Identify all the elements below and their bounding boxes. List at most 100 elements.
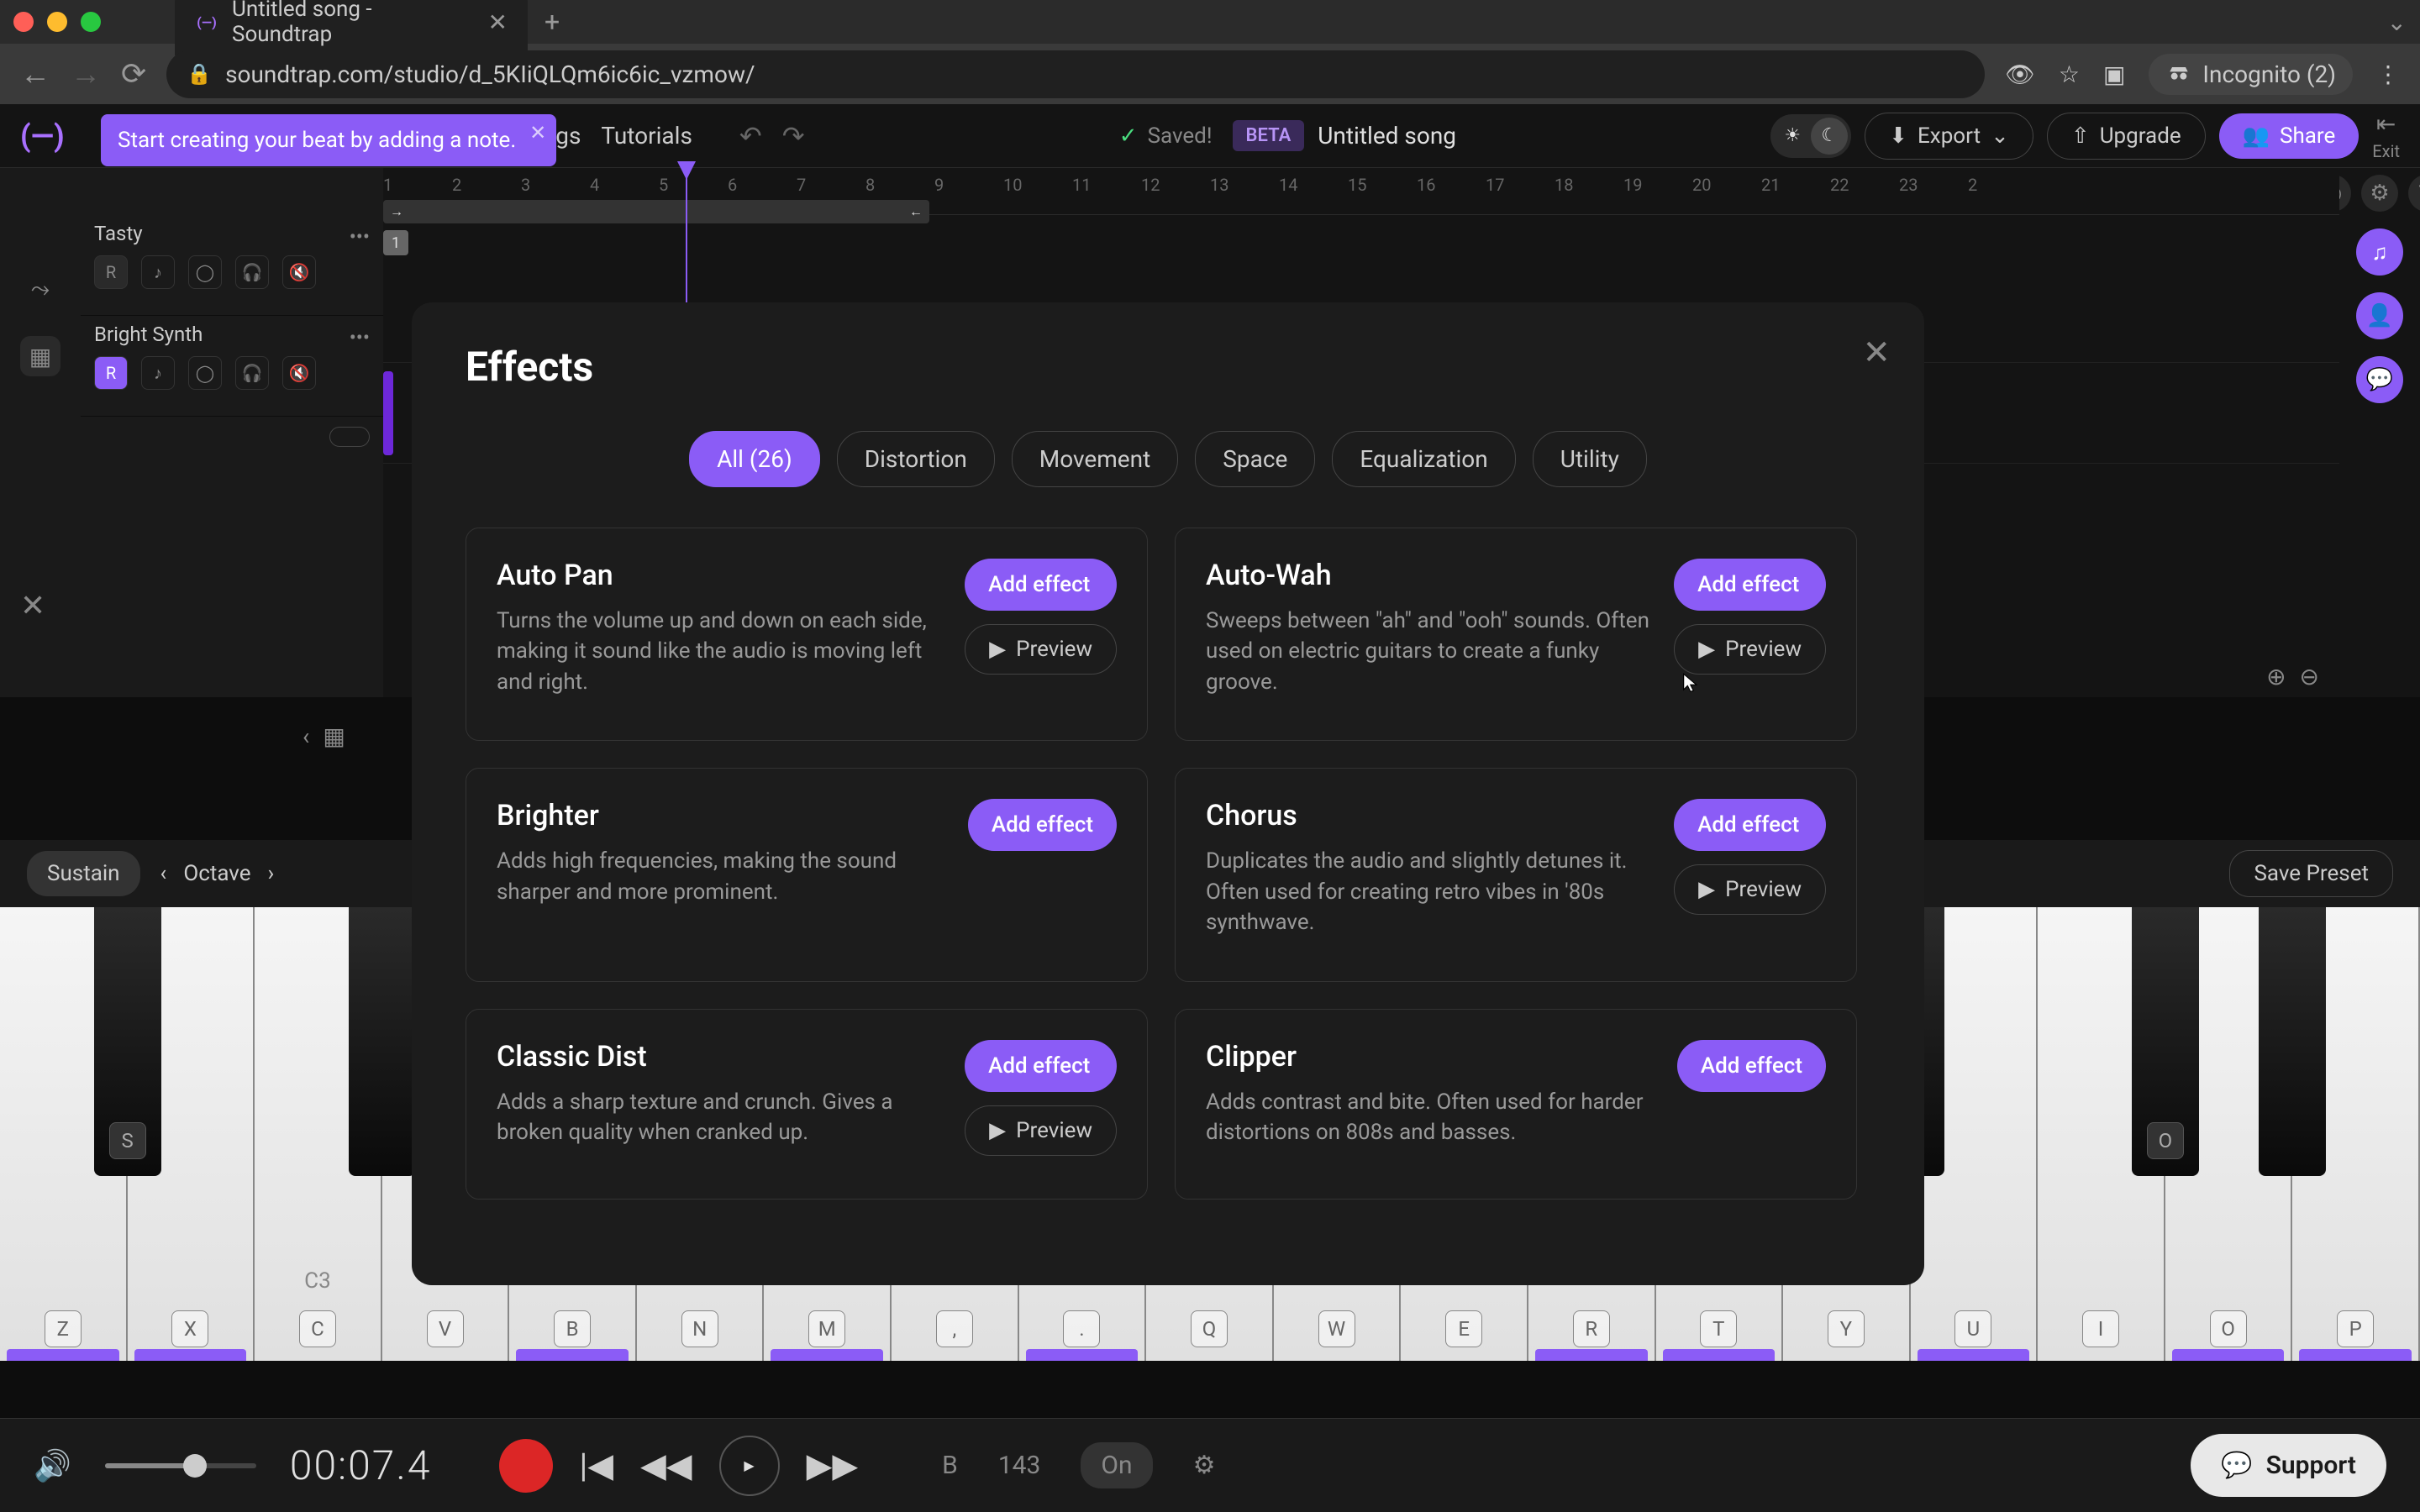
fast-forward-icon[interactable]: ▶▶ — [807, 1446, 859, 1485]
preview-button[interactable]: ▶Preview — [965, 1105, 1117, 1156]
record-arm-button[interactable]: R — [94, 356, 128, 390]
modal-close-icon[interactable]: ✕ — [1862, 333, 1891, 372]
loop-start-handle[interactable]: → — [390, 203, 403, 220]
filter-chip[interactable]: All (26) — [689, 431, 820, 487]
prev-icon[interactable]: ‹ — [302, 722, 309, 750]
tab-close-icon[interactable]: ✕ — [488, 8, 508, 36]
loop-region[interactable]: → ← — [383, 200, 929, 223]
volume-knob[interactable]: ◯ — [188, 356, 222, 390]
save-preset-button[interactable]: Save Preset — [2229, 850, 2393, 897]
tooltip-close-icon[interactable]: ✕ — [529, 121, 546, 144]
chat-panel-button[interactable]: 💬 — [2356, 356, 2403, 403]
octave-up-icon[interactable]: › — [268, 861, 275, 886]
light-theme-icon[interactable]: ☀ — [1774, 118, 1811, 155]
effects-grid[interactable]: Auto PanTurns the volume up and down on … — [466, 528, 1870, 1200]
filter-chip[interactable]: Utility — [1533, 431, 1647, 487]
key-display[interactable]: B — [942, 1451, 958, 1480]
track-options-icon[interactable]: ••• — [350, 225, 370, 249]
app-logo[interactable]: (—) — [20, 118, 65, 154]
close-window-button[interactable] — [13, 12, 34, 32]
metronome-toggle[interactable]: On — [1081, 1442, 1152, 1488]
export-button[interactable]: ⬇ Export ⌄ — [1865, 113, 2033, 160]
instrument-icon[interactable]: ♪ — [141, 255, 175, 289]
skip-start-icon[interactable]: |◀ — [580, 1446, 614, 1485]
headphones-icon[interactable]: 🎧 — [235, 255, 269, 289]
add-effect-button[interactable]: Add effect — [1674, 799, 1826, 851]
loop-end-handle[interactable]: ← — [909, 203, 923, 220]
add-effect-button[interactable]: Add effect — [968, 799, 1117, 851]
bpm-display[interactable]: 143 — [998, 1451, 1041, 1480]
dark-theme-icon[interactable]: ☾ — [1811, 118, 1848, 155]
record-arm-button[interactable]: R — [94, 255, 128, 289]
track-row[interactable]: Bright Synth ••• R ♪ ◯ 🎧 🔇 — [81, 316, 383, 417]
mute-icon[interactable]: 🔇 — [282, 356, 316, 390]
play-button[interactable]: ▶ — [719, 1436, 780, 1496]
automation-icon[interactable]: ⤳ — [20, 269, 60, 309]
add-effect-button[interactable]: Add effect — [1677, 1040, 1826, 1092]
gear-icon[interactable]: ⚙ — [2361, 175, 2398, 212]
rewind-icon[interactable]: ◀◀ — [640, 1446, 692, 1485]
volume-icon[interactable]: 🔊 — [34, 1448, 71, 1483]
black-key[interactable]: S — [94, 907, 161, 1176]
maximize-window-button[interactable] — [81, 12, 101, 32]
mute-icon[interactable]: 🔇 — [282, 255, 316, 289]
panel-icon[interactable]: ▣ — [2103, 60, 2125, 88]
undo-icon[interactable]: ↶ — [739, 120, 762, 152]
black-key[interactable]: O — [2132, 907, 2199, 1176]
zoom-in-icon[interactable]: ⊕ — [2266, 663, 2286, 690]
preview-button[interactable]: ▶Preview — [965, 624, 1117, 675]
black-key[interactable] — [2259, 907, 2326, 1176]
eye-slash-icon[interactable]: 👁 — [2005, 60, 2035, 88]
refresh-icon[interactable]: ↻ — [2408, 175, 2420, 212]
filter-chip[interactable]: Movement — [1012, 431, 1178, 487]
filter-chip[interactable]: Equalization — [1332, 431, 1515, 487]
track-row[interactable]: Tasty ••• R ♪ ◯ 🎧 🔇 — [81, 215, 383, 316]
marker-1[interactable]: 1 — [383, 230, 408, 255]
redo-icon[interactable]: ↷ — [782, 120, 805, 152]
zoom-out-icon[interactable]: ⊖ — [2300, 663, 2319, 690]
back-button[interactable]: ← — [20, 56, 50, 92]
exit-button[interactable]: ⇤ Exit — [2372, 110, 2400, 161]
octave-down-icon[interactable]: ‹ — [160, 861, 167, 886]
settings-gear-icon[interactable]: ⚙ — [1193, 1451, 1216, 1480]
new-tab-button[interactable]: + — [544, 6, 560, 38]
grid-icon[interactable]: ▦ — [323, 722, 345, 750]
tabs-dropdown-icon[interactable]: ⌄ — [2387, 8, 2407, 36]
reload-button[interactable]: ⟳ — [121, 56, 146, 92]
preview-button[interactable]: ▶Preview — [1674, 864, 1826, 915]
incognito-badge[interactable]: Incognito (2) — [2149, 54, 2353, 95]
instrument-icon[interactable]: ♪ — [141, 356, 175, 390]
track-name[interactable]: Bright Synth — [94, 323, 370, 346]
track-options-icon[interactable]: ••• — [350, 326, 370, 349]
volume-knob[interactable]: ◯ — [188, 255, 222, 289]
user-panel-button[interactable]: 👤 — [2356, 292, 2403, 339]
menu-dots-icon[interactable]: ⋮ — [2376, 60, 2400, 88]
support-button[interactable]: 💬 Support — [2191, 1434, 2386, 1497]
calendar-icon[interactable]: ▦ — [20, 336, 60, 376]
music-panel-button[interactable]: ♫ — [2356, 228, 2403, 276]
song-title[interactable]: Untitled song — [1318, 122, 1456, 150]
share-button[interactable]: 👥 Share — [2219, 113, 2360, 159]
volume-slider[interactable] — [105, 1463, 256, 1468]
record-button[interactable] — [499, 1439, 553, 1493]
forward-button[interactable]: → — [71, 56, 101, 92]
filter-chip[interactable]: Distortion — [837, 431, 995, 487]
collapse-toggle[interactable] — [329, 427, 370, 447]
headphones-icon[interactable]: 🎧 — [235, 356, 269, 390]
close-panel-icon[interactable]: ✕ — [20, 588, 45, 623]
track-name[interactable]: Tasty — [94, 222, 370, 245]
browser-tab[interactable]: (—) Untitled song - Soundtrap ✕ — [175, 0, 528, 55]
bookmark-star-icon[interactable]: ☆ — [2059, 60, 2080, 88]
minimize-window-button[interactable] — [47, 12, 67, 32]
sustain-button[interactable]: Sustain — [27, 851, 140, 896]
audio-clip[interactable] — [383, 371, 393, 455]
black-key[interactable] — [349, 907, 416, 1176]
add-effect-button[interactable]: Add effect — [965, 1040, 1117, 1092]
theme-toggle[interactable]: ☀ ☾ — [1770, 114, 1851, 158]
add-effect-button[interactable]: Add effect — [965, 559, 1117, 611]
menu-tutorials[interactable]: Tutorials — [601, 122, 692, 150]
add-effect-button[interactable]: Add effect — [1674, 559, 1826, 611]
upgrade-button[interactable]: ⇧ Upgrade — [2047, 113, 2206, 160]
address-bar[interactable]: 🔒 soundtrap.com/studio/d_5KIiQLQm6ic6ic_… — [166, 50, 1985, 98]
filter-chip[interactable]: Space — [1195, 431, 1315, 487]
